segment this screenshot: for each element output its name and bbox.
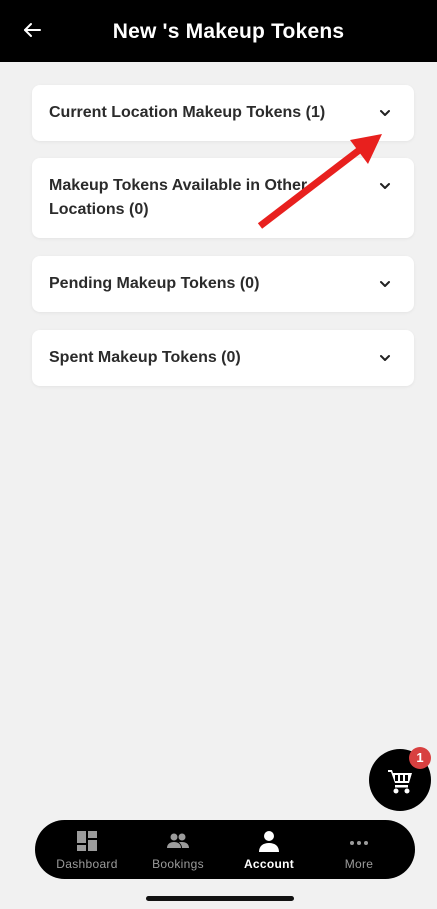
section-pending-tokens[interactable]: Pending Makeup Tokens (0) <box>32 256 414 312</box>
nav-item-dashboard[interactable]: Dashboard <box>49 820 125 879</box>
nav-item-bookings[interactable]: Bookings <box>140 820 216 879</box>
arrow-left-icon <box>20 23 44 46</box>
section-label: Spent Makeup Tokens (0) <box>49 349 241 366</box>
section-other-locations-tokens[interactable]: Makeup Tokens Available in Other Locatio… <box>32 158 414 238</box>
section-label: Current Location Makeup Tokens (1) <box>49 104 326 121</box>
dashboard-icon <box>49 829 125 853</box>
section-label: Pending Makeup Tokens (0) <box>49 275 260 292</box>
page-title: New 's Makeup Tokens <box>112 20 345 43</box>
nav-item-account[interactable]: Account <box>231 820 307 879</box>
chevron-down-icon <box>378 106 392 120</box>
bottom-nav: Dashboard Bookings Account More <box>35 820 415 879</box>
nav-label: More <box>344 857 374 871</box>
cart-count-badge: 1 <box>409 747 431 769</box>
nav-label: Account <box>243 857 295 871</box>
chevron-down-icon <box>378 351 392 365</box>
header-bar: New 's Makeup Tokens <box>0 0 437 62</box>
nav-label: Dashboard <box>56 857 118 871</box>
section-spent-tokens[interactable]: Spent Makeup Tokens (0) <box>32 330 414 386</box>
person-icon <box>231 829 307 853</box>
back-button[interactable] <box>20 18 50 48</box>
chevron-down-icon <box>378 179 392 193</box>
section-label: Makeup Tokens Available in Other Locatio… <box>49 177 308 218</box>
more-dots-icon <box>321 829 397 853</box>
screen: New 's Makeup Tokens Current Location Ma… <box>0 0 437 909</box>
home-indicator <box>146 896 294 901</box>
nav-label: Bookings <box>152 857 204 871</box>
chevron-down-icon <box>378 277 392 291</box>
people-icon <box>140 829 216 853</box>
nav-item-more[interactable]: More <box>321 820 397 879</box>
section-current-location-tokens[interactable]: Current Location Makeup Tokens (1) <box>32 85 414 141</box>
